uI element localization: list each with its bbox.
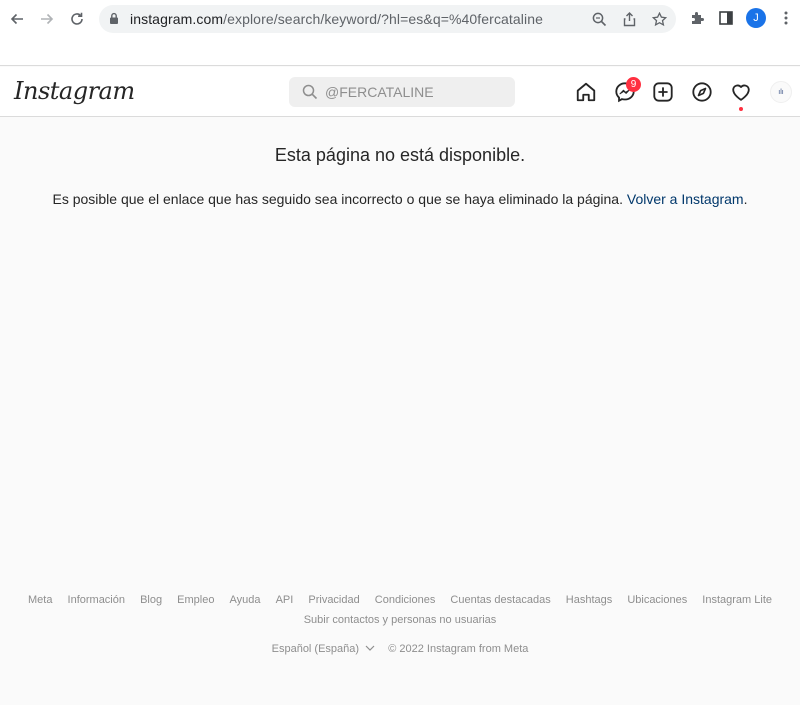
new-post-icon[interactable] <box>651 80 675 104</box>
browser-toolbar: instagram.com/explore/search/keyword/?hl… <box>0 0 800 66</box>
address-bar[interactable]: instagram.com/explore/search/keyword/?hl… <box>99 5 676 33</box>
page-title: Esta página no está disponible. <box>274 145 526 165</box>
footer-link[interactable]: Meta <box>28 594 52 606</box>
activity-notification-dot <box>739 107 743 111</box>
footer-link[interactable]: Empleo <box>177 594 214 606</box>
url-text: instagram.com/explore/search/keyword/?hl… <box>130 11 543 27</box>
back-arrow-icon <box>10 13 23 25</box>
url-host: instagram.com <box>130 11 224 27</box>
language-label: Español (España) <box>271 643 360 655</box>
messenger-unread-badge: 9 <box>626 77 641 92</box>
activity-heart-icon[interactable] <box>729 80 753 104</box>
footer-links: Meta Información Blog Empleo Ayuda API P… <box>0 594 800 606</box>
share-icon[interactable] <box>620 10 638 28</box>
footer-link[interactable]: Ubicaciones <box>627 594 687 606</box>
search-box[interactable] <box>289 77 515 107</box>
url-path: /explore/search/keyword/?hl=es&q=%40ferc… <box>223 11 543 27</box>
zoom-icon[interactable] <box>590 10 608 28</box>
profile-avatar[interactable]: ılı <box>770 81 792 103</box>
error-period: . <box>743 191 748 207</box>
search-input[interactable] <box>325 77 505 107</box>
browser-profile-avatar[interactable]: J <box>746 8 766 28</box>
footer-link[interactable]: Privacidad <box>308 594 359 606</box>
footer-link[interactable]: Blog <box>140 594 162 606</box>
back-to-instagram-link[interactable]: Volver a Instagram <box>627 191 744 207</box>
error-message: Es posible que el enlace que has seguido… <box>0 191 800 207</box>
back-button[interactable] <box>6 8 28 30</box>
bookmark-star-icon[interactable] <box>650 10 668 28</box>
footer-link[interactable]: Instagram Lite <box>702 594 772 606</box>
footer-bottom: Español (España) © 2022 Instagram from M… <box>0 643 800 655</box>
search-icon <box>302 84 318 105</box>
footer-link[interactable]: Condiciones <box>375 594 436 606</box>
extensions-puzzle-icon[interactable] <box>687 8 707 28</box>
kebab-menu-icon[interactable] <box>776 8 796 28</box>
footer-link[interactable]: API <box>276 594 294 606</box>
side-panel-icon[interactable] <box>716 8 736 28</box>
footer-link[interactable]: Cuentas destacadas <box>450 594 550 606</box>
chevron-down-icon <box>365 645 375 651</box>
footer-link[interactable]: Información <box>68 594 125 606</box>
language-selector[interactable]: Español (España) <box>272 643 379 655</box>
home-icon[interactable] <box>574 80 598 104</box>
explore-compass-icon[interactable] <box>690 80 714 104</box>
forward-arrow-icon <box>41 13 54 25</box>
footer-link-upload-contacts[interactable]: Subir contactos y personas no usuarias <box>0 614 800 626</box>
footer-link[interactable]: Hashtags <box>566 594 612 606</box>
reload-button[interactable] <box>66 8 88 30</box>
error-text: Es posible que el enlace que has seguido… <box>52 191 627 207</box>
instagram-navbar: Instagram 9 ılı <box>0 67 800 117</box>
reload-icon <box>71 12 83 25</box>
copyright: © 2022 Instagram from Meta <box>388 643 529 655</box>
lock-icon <box>109 12 119 30</box>
instagram-logo[interactable]: Instagram <box>14 77 135 105</box>
forward-button[interactable] <box>36 8 58 30</box>
footer-link[interactable]: Ayuda <box>230 594 261 606</box>
